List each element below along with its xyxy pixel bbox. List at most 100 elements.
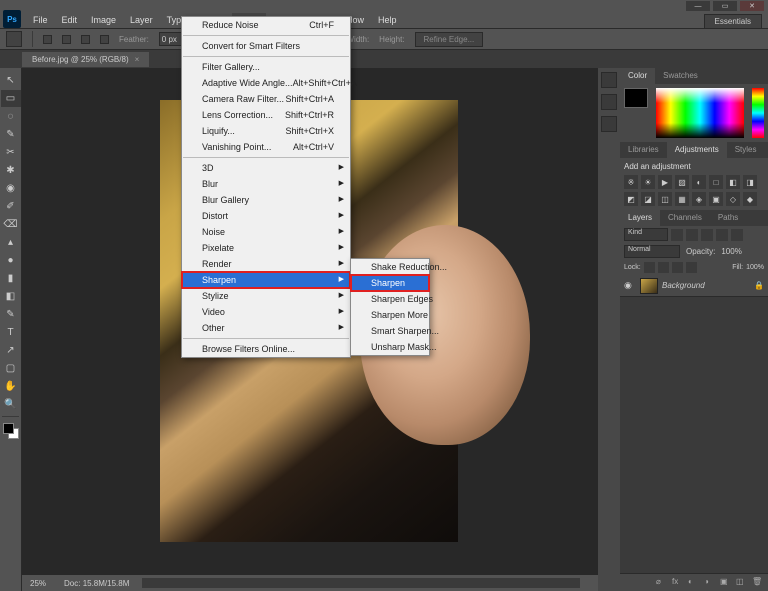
tool-12[interactable]: ◧ (1, 288, 21, 305)
tool-0[interactable]: ↖ (1, 72, 21, 89)
layer-filter-3[interactable] (701, 229, 713, 241)
adjustment-icon-4[interactable]: ◐ (692, 175, 706, 189)
lock-transparency[interactable] (644, 262, 655, 273)
menuitem-vanishing-point[interactable]: Vanishing Point...Alt+Ctrl+V (182, 139, 350, 155)
menuitem-lens-correction[interactable]: Lens Correction...Shift+Ctrl+R (182, 107, 350, 123)
menu-file[interactable]: File (26, 13, 55, 27)
tool-11[interactable]: ▮ (1, 270, 21, 287)
tool-5[interactable]: ✱ (1, 162, 21, 179)
properties-panel-icon[interactable] (601, 94, 617, 110)
menuitem-camera-raw-filter[interactable]: Camera Raw Filter...Shift+Ctrl+A (182, 91, 350, 107)
history-panel-icon[interactable] (601, 72, 617, 88)
layer-filter-kind[interactable]: Kind (624, 228, 668, 241)
brush-settings-panel-icon[interactable] (601, 116, 617, 132)
document-tab[interactable]: Before.jpg @ 25% (RGB/8) × (22, 52, 149, 67)
tool-4[interactable]: ✂ (1, 144, 21, 161)
layer-filter-2[interactable] (686, 229, 698, 241)
adjustment-icon-1[interactable]: ☀ (641, 175, 655, 189)
foreground-color-swatch[interactable] (624, 88, 648, 108)
adjustment-icon-6[interactable]: ◧ (726, 175, 740, 189)
tool-15[interactable]: ↗ (1, 342, 21, 359)
tool-3[interactable]: ✎ (1, 126, 21, 143)
tool-2[interactable]: ◌ (1, 108, 21, 125)
menu-layer[interactable]: Layer (123, 13, 160, 27)
color-spectrum[interactable] (656, 88, 744, 138)
menu-help[interactable]: Help (371, 13, 404, 27)
menuitem-sharpen-more[interactable]: Sharpen More (351, 307, 429, 323)
tool-7[interactable]: ✐ (1, 198, 21, 215)
tool-1[interactable]: ▭ (1, 90, 21, 107)
active-tool-icon[interactable] (6, 31, 22, 47)
menuitem-convert-for-smart-filters[interactable]: Convert for Smart Filters (182, 38, 350, 54)
window-maximize-button[interactable]: ▭ (713, 1, 737, 11)
window-minimize-button[interactable]: — (686, 1, 710, 11)
menuitem-other[interactable]: Other▶ (182, 320, 350, 336)
document-tab-close-icon[interactable]: × (135, 55, 140, 64)
tool-13[interactable]: ✎ (1, 306, 21, 323)
menuitem-render[interactable]: Render▶ (182, 256, 350, 272)
horizontal-scrollbar[interactable] (142, 578, 580, 588)
adjustment-icon-10[interactable]: ◫ (658, 192, 672, 206)
tab-adjustments[interactable]: Adjustments (667, 142, 727, 158)
adjustment-icon-3[interactable]: ▨ (675, 175, 689, 189)
layer-group-icon[interactable]: ▣ (720, 577, 732, 589)
adjustment-icon-12[interactable]: ◈ (692, 192, 706, 206)
layer-visibility-icon[interactable]: ◉ (624, 280, 636, 291)
menuitem-stylize[interactable]: Stylize▶ (182, 288, 350, 304)
adjustment-icon-5[interactable]: □ (709, 175, 723, 189)
menuitem-video[interactable]: Video▶ (182, 304, 350, 320)
menuitem-distort[interactable]: Distort▶ (182, 208, 350, 224)
hue-slider[interactable] (752, 88, 764, 138)
menuitem-blur-gallery[interactable]: Blur Gallery▶ (182, 192, 350, 208)
menuitem-noise[interactable]: Noise▶ (182, 224, 350, 240)
menuitem-reduce-noise[interactable]: Reduce NoiseCtrl+F (182, 17, 350, 33)
color-swatches[interactable] (3, 423, 19, 439)
tab-channels[interactable]: Channels (660, 210, 710, 226)
menuitem-unsharp-mask[interactable]: Unsharp Mask... (351, 339, 429, 355)
menuitem-smart-sharpen[interactable]: Smart Sharpen... (351, 323, 429, 339)
menuitem-shake-reduction[interactable]: Shake Reduction... (351, 259, 429, 275)
adjustment-layer-icon[interactable]: ◑ (704, 577, 716, 589)
tab-color[interactable]: Color (620, 68, 655, 84)
marquee-mode-3[interactable] (81, 35, 90, 44)
window-close-button[interactable]: ✕ (740, 1, 764, 11)
menuitem-3d[interactable]: 3D▶ (182, 160, 350, 176)
tab-styles[interactable]: Styles (727, 142, 765, 158)
adjustment-icon-9[interactable]: ◪ (641, 192, 655, 206)
adjustment-icon-14[interactable]: ◇ (726, 192, 740, 206)
tab-layers[interactable]: Layers (620, 210, 660, 226)
layer-thumbnail[interactable] (640, 278, 658, 294)
tool-6[interactable]: ◉ (1, 180, 21, 197)
adjustment-icon-11[interactable]: ▦ (675, 192, 689, 206)
tab-libraries[interactable]: Libraries (620, 142, 667, 158)
adjustment-icon-7[interactable]: ◨ (743, 175, 757, 189)
tool-10[interactable]: ● (1, 252, 21, 269)
lock-all[interactable] (686, 262, 697, 273)
menuitem-blur[interactable]: Blur▶ (182, 176, 350, 192)
new-layer-icon[interactable]: ◫ (736, 577, 748, 589)
opacity-value[interactable]: 100% (721, 247, 741, 256)
menu-edit[interactable]: Edit (55, 13, 85, 27)
blend-mode-select[interactable]: Normal (624, 245, 680, 258)
workspace-switcher[interactable]: Essentials (704, 14, 762, 29)
adjustment-icon-0[interactable]: ※ (624, 175, 638, 189)
menuitem-adaptive-wide-angle[interactable]: Adaptive Wide Angle...Alt+Shift+Ctrl+A (182, 75, 350, 91)
menuitem-sharpen[interactable]: Sharpen▶ (182, 272, 350, 288)
tool-17[interactable]: ✋ (1, 378, 21, 395)
tool-14[interactable]: T (1, 324, 21, 341)
layer-row[interactable]: ◉ Background 🔒 (620, 275, 768, 297)
marquee-mode-1[interactable] (43, 35, 52, 44)
tool-9[interactable]: ▴ (1, 234, 21, 251)
marquee-mode-2[interactable] (62, 35, 71, 44)
layer-name[interactable]: Background (662, 281, 705, 290)
doc-size[interactable]: Doc: 15.8M/15.8M (64, 579, 129, 588)
zoom-level[interactable]: 25% (30, 579, 46, 588)
menuitem-liquify[interactable]: Liquify...Shift+Ctrl+X (182, 123, 350, 139)
layer-filter-5[interactable] (731, 229, 743, 241)
layer-filter-1[interactable] (671, 229, 683, 241)
adjustment-icon-15[interactable]: ◆ (743, 192, 757, 206)
lock-position[interactable] (672, 262, 683, 273)
menuitem-filter-gallery[interactable]: Filter Gallery... (182, 59, 350, 75)
adjustment-icon-13[interactable]: ▣ (709, 192, 723, 206)
menu-image[interactable]: Image (84, 13, 123, 27)
